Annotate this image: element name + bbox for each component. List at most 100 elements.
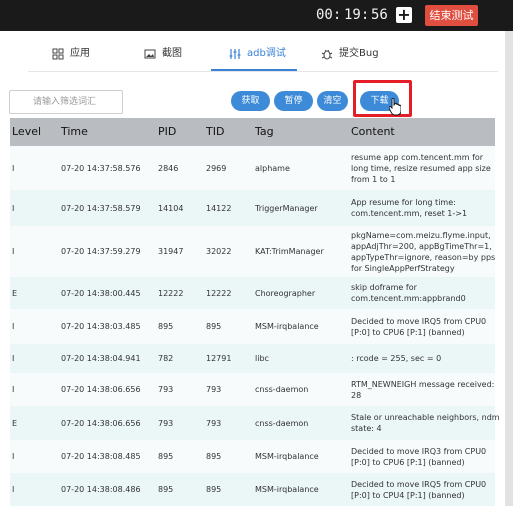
cell-level: I xyxy=(12,247,15,256)
highlight-box xyxy=(353,80,412,117)
tab-bar: 应用 截图 adb调试 提交Bug xyxy=(0,38,505,72)
content-line: : rcode = 255, sec = 0 xyxy=(351,354,442,363)
tab-submit-bug[interactable]: 提交Bug xyxy=(321,38,379,70)
clear-button[interactable]: 清空 xyxy=(317,91,348,111)
cell-tid: 2969 xyxy=(206,164,227,173)
cell-tag: MSM-irqbalance xyxy=(255,485,319,494)
table-row[interactable]: E 07-20 14:38:00.445 12222 12222 Choreograph… xyxy=(10,277,495,309)
table-row[interactable]: I 07-20 14:38:08.485 895 895 MSM-irqbalance D… xyxy=(10,440,495,473)
table-row[interactable]: I 07-20 14:38:03.485 895 895 MSM-irqbalance D… xyxy=(10,309,495,344)
cell-time: 07-20 14:37:58.579 xyxy=(61,204,141,213)
cell-time: 07-20 14:38:03.485 xyxy=(61,322,141,331)
cell-pid: 2846 xyxy=(158,164,179,173)
table-row[interactable]: I 07-20 14:38:08.486 895 895 MSM-irqbalance D… xyxy=(10,473,495,506)
cell-pid: 895 xyxy=(158,485,174,494)
sliders-icon xyxy=(229,45,241,59)
tab-apps[interactable]: 应用 xyxy=(52,38,90,70)
content-line: appTypeThr=ignore, reason=by pps xyxy=(351,253,496,262)
top-bar: 00: 19: 56 + 结束测试 xyxy=(0,0,513,31)
content-line: App resume for long time: xyxy=(351,198,456,207)
content-line: for SingleAppPerfStrategy xyxy=(351,264,455,273)
end-test-button[interactable]: 结束测试 xyxy=(425,5,478,26)
cell-content: Decided to move IRQ5 from CPU0 [P:0] to C… xyxy=(351,479,501,501)
column-header-content: Content xyxy=(351,125,395,138)
content-line: skip doframe for xyxy=(351,283,417,292)
tab-label: 截图 xyxy=(162,48,182,59)
cell-level: I xyxy=(12,322,15,331)
cell-time: 07-20 14:37:59.279 xyxy=(61,247,141,256)
cell-tid: 793 xyxy=(206,385,222,394)
tab-screenshot[interactable]: 截图 xyxy=(144,38,182,70)
cell-tid: 895 xyxy=(206,485,222,494)
table-header: Level Time PID TID Tag Content xyxy=(10,118,495,146)
cell-pid: 14104 xyxy=(158,204,184,213)
timer-hours: 00: xyxy=(316,7,342,23)
table-row[interactable]: I 07-20 14:38:06.656 793 793 cnss-daemon RTM_… xyxy=(10,373,495,406)
cell-tid: 895 xyxy=(206,452,222,461)
cell-pid: 793 xyxy=(158,385,174,394)
content-line: [P:0] to CPU4 [P:1] (banned) xyxy=(351,491,465,500)
content-line: Stale or unreachable neighbors, ndm xyxy=(351,413,500,422)
cell-tag: MSM-irqbalance xyxy=(255,322,319,331)
cell-tag: MSM-irqbalance xyxy=(255,452,319,461)
cell-content: RTM_NEWNEIGH message received: 28 xyxy=(351,379,501,401)
tab-label: 应用 xyxy=(70,48,90,59)
table-row[interactable]: I 07-20 14:37:58.576 2846 2969 alphame resume… xyxy=(10,146,495,190)
table-row[interactable]: I 07-20 14:38:04.941 782 12791 libc: rcode =… xyxy=(10,344,495,373)
fetch-button[interactable]: 获取 xyxy=(231,91,270,111)
cell-tid: 12222 xyxy=(206,289,232,298)
cell-tid: 793 xyxy=(206,419,222,428)
cell-tag: alphame xyxy=(255,164,290,173)
cell-tag: libc xyxy=(255,354,269,363)
content-line: com.tencent.mm:appbrand0 xyxy=(351,294,466,303)
timer-minutes: 19: xyxy=(344,7,370,23)
cell-time: 07-20 14:38:06.656 xyxy=(61,385,141,394)
table-row[interactable]: I 07-20 14:37:58.579 14104 14122 TriggerMana… xyxy=(10,190,495,226)
cell-content: : rcode = 255, sec = 0 xyxy=(351,353,501,364)
content-line: long time, resize resumed app size xyxy=(351,164,491,173)
hand-cursor-icon xyxy=(388,97,402,116)
cell-content: Stale or unreachable neighbors, ndm state… xyxy=(351,412,501,434)
column-header-time: Time xyxy=(61,125,88,138)
column-header-tag: Tag xyxy=(255,125,274,138)
cell-tag: Choreographer xyxy=(255,289,316,298)
cell-tag: TriggerManager xyxy=(255,204,318,213)
cell-tag: cnss-daemon xyxy=(255,419,309,428)
cell-tid: 32022 xyxy=(206,247,232,256)
content-line: 28 xyxy=(351,391,362,400)
cell-time: 07-20 14:37:58.576 xyxy=(61,164,141,173)
tab-label: adb调试 xyxy=(247,48,286,59)
cell-content: skip doframe for com.tencent.mm:appbrand0 xyxy=(351,282,501,304)
filter-input[interactable]: 请输入筛选词汇 xyxy=(9,90,123,114)
pause-button[interactable]: 暂停 xyxy=(274,91,313,111)
timer-seconds: 56 xyxy=(371,7,388,23)
cell-tid: 14122 xyxy=(206,204,232,213)
table-row[interactable]: I 07-20 14:37:59.279 31947 32022 KAT:TrimMan… xyxy=(10,226,495,277)
cell-content: resume app com.tencent.mm for long time, … xyxy=(351,152,501,185)
cell-pid: 782 xyxy=(158,354,174,363)
cell-level: I xyxy=(12,204,15,213)
cell-pid: 12222 xyxy=(158,289,184,298)
cell-pid: 895 xyxy=(158,452,174,461)
cell-pid: 793 xyxy=(158,419,174,428)
content-line: state: 4 xyxy=(351,424,382,433)
cell-level: E xyxy=(12,419,18,428)
cell-tag: cnss-daemon xyxy=(255,385,309,394)
content-line: pkgName=com.meizu.flyme.input, xyxy=(351,231,491,240)
cell-time: 07-20 14:38:08.485 xyxy=(61,452,141,461)
content-line: RTM_NEWNEIGH message received: xyxy=(351,380,495,389)
column-header-tid: TID xyxy=(206,125,225,138)
cell-content: pkgName=com.meizu.flyme.input, appAdjThr=… xyxy=(351,230,501,274)
cell-content: Decided to move IRQ3 from CPU0 [P:0] to C… xyxy=(351,446,501,468)
column-header-level: Level xyxy=(12,125,42,138)
vertical-scrollbar[interactable] xyxy=(505,31,513,506)
cell-time: 07-20 14:38:04.941 xyxy=(61,354,141,363)
tab-adb-debug[interactable]: adb调试 xyxy=(229,38,286,70)
cell-level: I xyxy=(12,485,15,494)
bug-icon xyxy=(321,45,333,60)
add-icon[interactable]: + xyxy=(396,7,412,23)
cell-time: 07-20 14:38:00.445 xyxy=(61,289,141,298)
table-row[interactable]: E 07-20 14:38:06.656 793 793 cnss-daemon Stal… xyxy=(10,406,500,440)
cell-time: 07-20 14:38:08.486 xyxy=(61,485,141,494)
cell-level: I xyxy=(12,164,15,173)
